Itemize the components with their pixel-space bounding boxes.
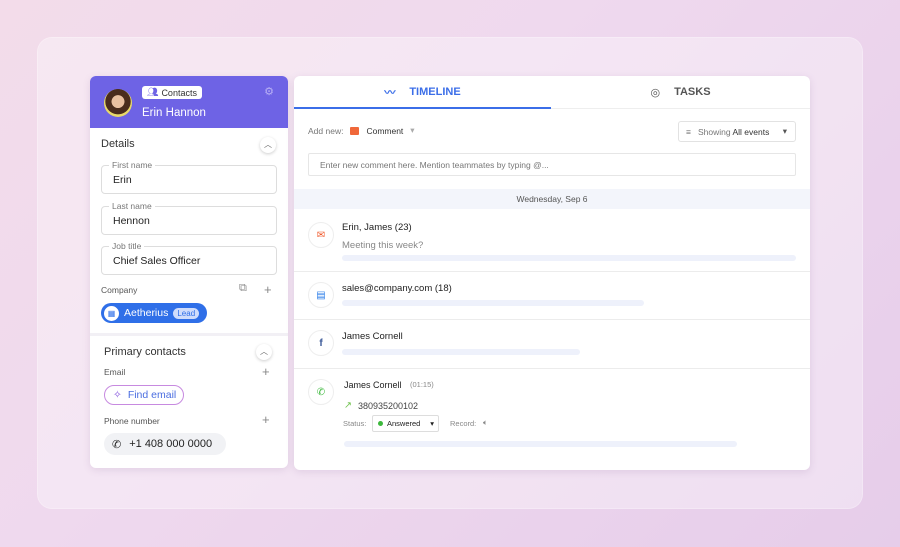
phone-chip[interactable]: ✆ +1 408 000 0000 <box>104 433 226 455</box>
comment-icon <box>350 126 360 135</box>
job-title-field[interactable]: Job title Chief Sales Officer <box>101 241 277 275</box>
email-icon: ✉ <box>308 222 334 248</box>
facebook-icon: f <box>308 330 334 356</box>
open-external-icon[interactable]: ⧉ <box>239 282 247 295</box>
phone-label: Phone number <box>104 416 160 426</box>
lead-tag: Lead <box>173 307 200 319</box>
timeline-panel: 〰 TIMELINE ◎ TASKS Add new: Comment ▾ ≡ Showi… <box>294 76 810 470</box>
tab-tasks[interactable]: ◎ TASKS <box>551 76 810 109</box>
timeline-event[interactable]: ✆ James Cornell (01:15) ↗ 380935200102 S… <box>294 369 810 470</box>
collapse-primary-button[interactable]: ︿ <box>256 344 272 360</box>
avatar <box>104 89 132 117</box>
comment-input[interactable]: Enter new comment here. Mention teammate… <box>308 153 796 176</box>
contacts-badge[interactable]: 👥︎ Contacts <box>142 86 202 99</box>
timeline-event[interactable]: ▤ sales@company.com (18) <box>294 272 810 320</box>
date-separator: Wednesday, Sep 6 <box>294 189 810 209</box>
chevron-down-icon: ▾ <box>782 126 787 136</box>
company-label: Company <box>101 285 138 295</box>
contact-name: Erin Hannon <box>142 107 206 119</box>
divider <box>90 333 288 336</box>
tab-timeline[interactable]: 〰 TIMELINE <box>294 76 551 109</box>
collapse-details-button[interactable]: ︿ <box>260 137 276 153</box>
add-company-button[interactable]: + <box>264 282 272 297</box>
call-status-dropdown[interactable]: Answered ▾ <box>372 415 439 432</box>
timeline-event[interactable]: f James Cornell <box>294 320 810 369</box>
chevron-down-icon: ▾ <box>410 125 415 135</box>
intercom-icon: ▤ <box>308 282 334 308</box>
primary-contacts-title: Primary contacts <box>104 346 186 358</box>
building-icon: ▦ <box>104 305 119 321</box>
details-title: Details <box>101 138 135 150</box>
status-dot-icon <box>378 421 383 426</box>
contact-header: 👥︎ Contacts Erin Hannon ⚙ <box>90 76 288 128</box>
add-new-selector[interactable]: Add new: Comment ▾ <box>308 125 415 136</box>
check-circle-icon: ◎ <box>650 86 661 99</box>
speaker-icon[interactable]: 🔈︎ <box>483 418 488 428</box>
gear-icon[interactable]: ⚙ <box>264 85 274 98</box>
chevron-down-icon: ▾ <box>430 419 434 428</box>
magic-wand-icon: ✧ <box>113 389 122 401</box>
content-placeholder <box>344 441 737 447</box>
first-name-field[interactable]: First name Erin <box>101 160 277 194</box>
call-icon: ✆ <box>308 379 334 405</box>
filter-icon: ≡ <box>686 126 691 137</box>
people-icon: 👥︎ <box>147 87 159 97</box>
company-chip[interactable]: ▦ Aetherius Lead <box>101 303 207 323</box>
phone-icon: ✆ <box>112 438 122 451</box>
last-name-field[interactable]: Last name Hennon <box>101 201 277 235</box>
outgoing-arrow-icon: ↗ <box>344 400 352 411</box>
email-label: Email <box>104 367 126 377</box>
content-placeholder <box>342 349 580 355</box>
find-email-button[interactable]: ✧ Find email <box>104 385 184 405</box>
content-placeholder <box>342 255 796 261</box>
contact-sidebar: 👥︎ Contacts Erin Hannon ⚙ Details ︿ First… <box>90 76 288 468</box>
content-placeholder <box>342 300 644 306</box>
timeline-event[interactable]: ✉ Erin, James (23) Meeting this week? <box>294 209 810 272</box>
add-email-button[interactable]: + <box>262 364 270 379</box>
event-filter-dropdown[interactable]: ≡ Showing All events ▾ <box>678 121 796 142</box>
trend-icon: 〰 <box>384 86 396 99</box>
add-phone-button[interactable]: + <box>262 412 270 427</box>
